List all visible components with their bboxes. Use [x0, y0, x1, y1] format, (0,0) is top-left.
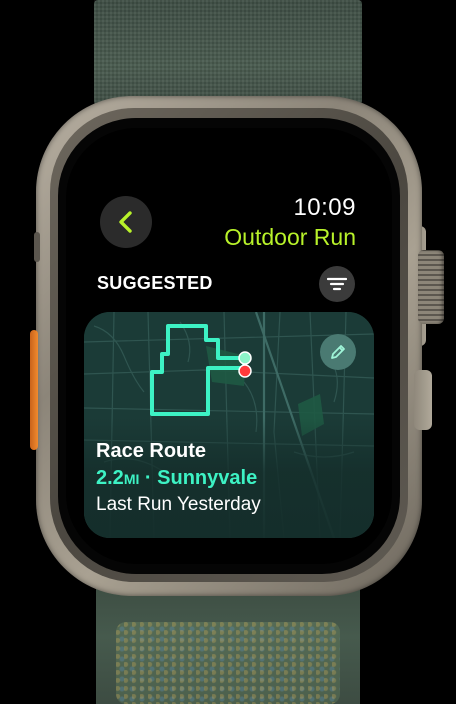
back-button[interactable]	[100, 196, 152, 248]
digital-crown[interactable]	[418, 250, 444, 324]
route-name: Race Route	[96, 440, 207, 462]
filter-lines-icon	[327, 277, 347, 291]
clock-time: 10:09	[293, 194, 356, 221]
case-detail	[34, 232, 40, 262]
route-location: Sunnyvale	[157, 467, 258, 489]
end-marker	[238, 364, 252, 378]
route-card[interactable]: Race Route 2.2MI · Sunnyvale Last Run Ye…	[84, 312, 374, 538]
app-title: Outdoor Run	[224, 224, 356, 250]
watch-band-loop	[116, 622, 340, 704]
section-label: SUGGESTED	[97, 273, 213, 293]
route-separator: ·	[139, 467, 158, 489]
pencil-icon	[331, 345, 345, 359]
watch-band-top	[94, 0, 362, 110]
chevron-left-icon	[119, 211, 132, 233]
route-distance-location: 2.2MI · Sunnyvale	[96, 467, 257, 490]
start-marker	[238, 351, 252, 365]
watch-screen: 10:09 Outdoor Run SUGGESTED Race Route 2…	[66, 128, 392, 564]
route-distance: 2.2	[96, 467, 124, 489]
action-button[interactable]	[30, 330, 38, 450]
watch-render: 10:09 Outdoor Run SUGGESTED Race Route 2…	[0, 0, 456, 704]
route-distance-unit: MI	[123, 471, 140, 487]
side-button[interactable]	[414, 370, 432, 430]
edit-route-button[interactable]	[320, 334, 356, 370]
route-last-run: Last Run Yesterday	[96, 494, 261, 515]
filter-button[interactable]	[319, 266, 355, 302]
